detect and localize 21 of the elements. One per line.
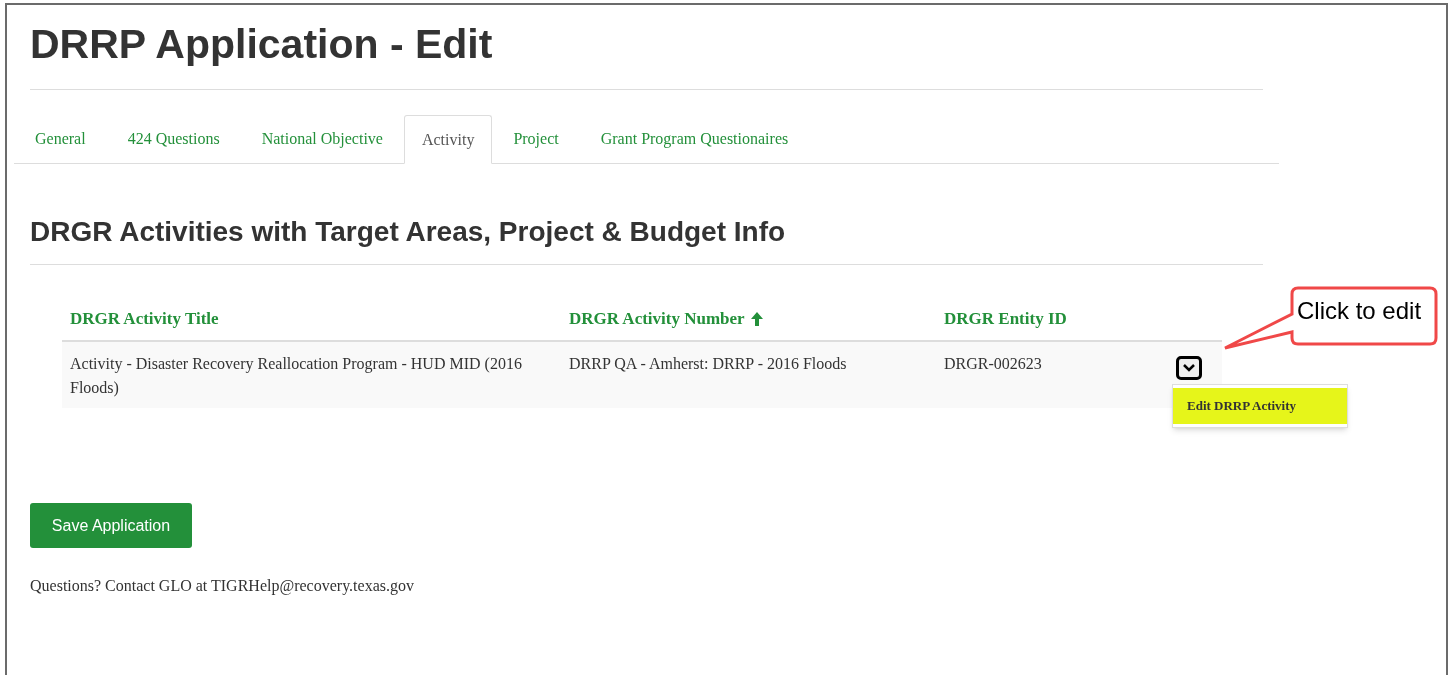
table-cell: DRGR-002623 [944,355,1042,372]
callout-text: Click to edit [1297,296,1422,326]
table-cell: Activity - Disaster Recovery Reallocation Program - HUD MID (2016 Floods) [70,355,522,396]
column-header[interactable]: DRGR Activity Number [569,306,745,332]
tab[interactable]: National Objective [240,114,404,163]
page-title: DRRP Application - Edit [30,20,493,69]
section-title: DRGR Activities with Target Areas, Project & Budget Info [30,215,786,249]
footer-text: Questions? Contact GLO at TIGRHelp@recovery.texas.gov [30,576,414,597]
table-cell: DRRP QA - Amherst: DRRP - 2016 Floods [569,355,847,372]
tab[interactable]: Activity [403,115,493,164]
column-header[interactable]: DRGR Activity Title [70,306,219,332]
save-button[interactable]: Save Application [30,503,192,548]
tab[interactable]: Project [492,114,580,163]
tab[interactable]: 424 Questions [106,114,241,163]
tab[interactable]: General [14,114,107,163]
tab[interactable]: Grant Program Questionaires [579,114,810,163]
chevron-down-icon [1183,364,1195,372]
column-header[interactable]: DRGR Entity ID [944,306,1067,332]
dropdown-toggle[interactable] [1176,356,1202,380]
sort-up-icon [750,312,763,326]
menu-item[interactable]: Edit DRRP Activity [1173,388,1347,424]
